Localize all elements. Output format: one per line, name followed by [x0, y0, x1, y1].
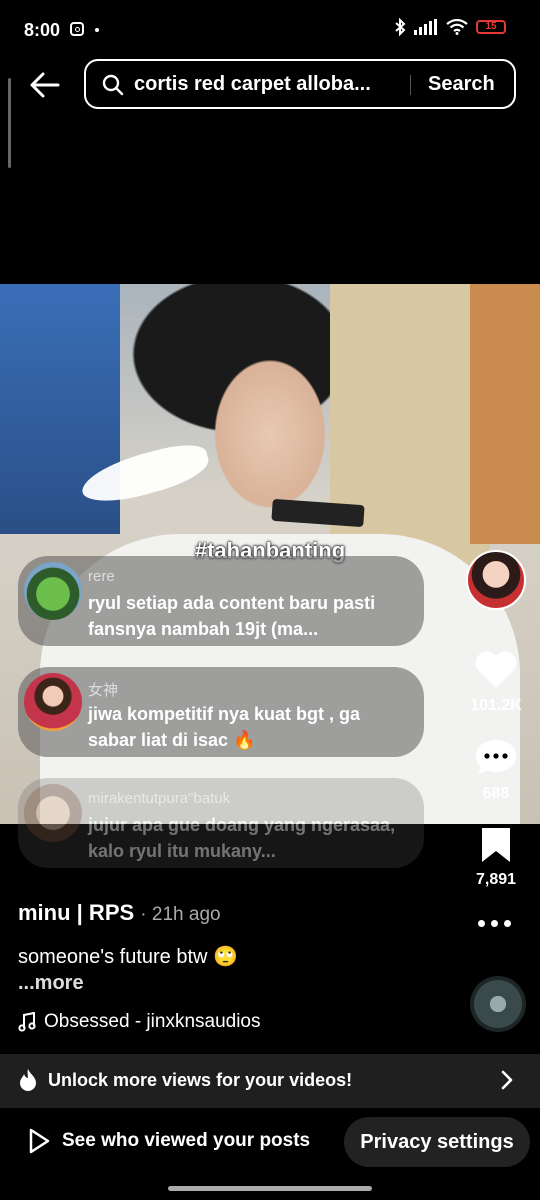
search-bar[interactable]: cortis red carpet alloba... Search [84, 59, 516, 109]
search-icon [102, 74, 124, 96]
search-divider [410, 75, 411, 95]
see-who-label: See who viewed your posts [62, 1130, 311, 1151]
instagram-notification-icon [70, 22, 84, 36]
fire-icon [20, 1069, 36, 1091]
comment-bubble[interactable]: 女神 jiwa kompetitif nya kuat bgt , ga sab… [18, 667, 424, 757]
status-bar: 8:00 15 [0, 0, 540, 60]
creator-avatar[interactable] [466, 550, 526, 610]
privacy-settings-button[interactable]: Privacy settings [344, 1117, 530, 1167]
comment-bubble[interactable]: rere ryul setiap ada content baru pasti … [18, 556, 424, 646]
signal-icon [414, 19, 437, 35]
commenter-avatar [24, 673, 82, 731]
status-time: 8:00 [24, 20, 61, 40]
bookmark-icon [482, 828, 510, 862]
music-info[interactable]: Obsessed - jinxknsaudios [18, 1011, 261, 1033]
promo-banner[interactable]: Unlock more views for your videos! [0, 1054, 540, 1108]
caption-more-link[interactable]: ...more [18, 972, 84, 995]
save-count: 7,891 [475, 871, 517, 888]
heart-icon [475, 651, 517, 688]
music-title: Obsessed - jinxknsaudios [44, 1011, 261, 1032]
wifi-icon [446, 19, 468, 35]
commenter-name: mirakentutpura"batuk [88, 790, 231, 807]
like-button[interactable]: 101.2K [460, 650, 532, 715]
commenter-name: 女神 [88, 682, 119, 699]
save-button[interactable]: 7,891 [460, 826, 532, 889]
home-indicator[interactable] [168, 1186, 372, 1191]
author-name[interactable]: minu | RPS [18, 900, 134, 925]
comment-count: 688 [482, 785, 510, 802]
post-time: · 21h ago [140, 904, 221, 925]
comment-text: jiwa kompetitif nya kuat bgt , ga sabar … [88, 704, 361, 750]
chevron-right-icon [501, 1070, 513, 1090]
post-author[interactable]: minu | RPS · 21h ago [18, 900, 221, 926]
comment-button[interactable]: 688 [460, 738, 532, 803]
music-note-icon [18, 1012, 36, 1032]
like-count: 101.2K [470, 697, 522, 714]
comment-icon [476, 740, 516, 775]
video-background-right [470, 284, 540, 544]
search-query[interactable]: cortis red carpet alloba... [134, 73, 404, 96]
bluetooth-icon [395, 18, 406, 36]
banner-text: Unlock more views for your videos! [48, 1070, 353, 1090]
commenter-avatar [24, 562, 82, 620]
music-disc-icon[interactable] [470, 976, 526, 1032]
see-who-viewed-button[interactable]: See who viewed your posts [28, 1128, 310, 1154]
comment-bubble[interactable]: mirakentutpura"batuk jujur apa gue doang… [18, 778, 424, 868]
post-caption: someone's future btw 🙄 [18, 946, 238, 968]
play-icon [29, 1128, 50, 1154]
back-arrow-icon[interactable] [28, 68, 62, 102]
search-button[interactable]: Search [428, 73, 495, 96]
commenter-name: rere [88, 568, 115, 585]
comment-text: ryul setiap ada content baru pasti fansn… [88, 593, 376, 639]
commenter-avatar [24, 784, 82, 842]
notification-dot-icon [95, 28, 99, 32]
scroll-indicator [8, 78, 11, 168]
comment-text: jujur apa gue doang yang ngerasaa, kalo … [88, 815, 396, 861]
more-options-icon[interactable] [478, 920, 511, 927]
battery-icon: 15 [476, 20, 506, 34]
